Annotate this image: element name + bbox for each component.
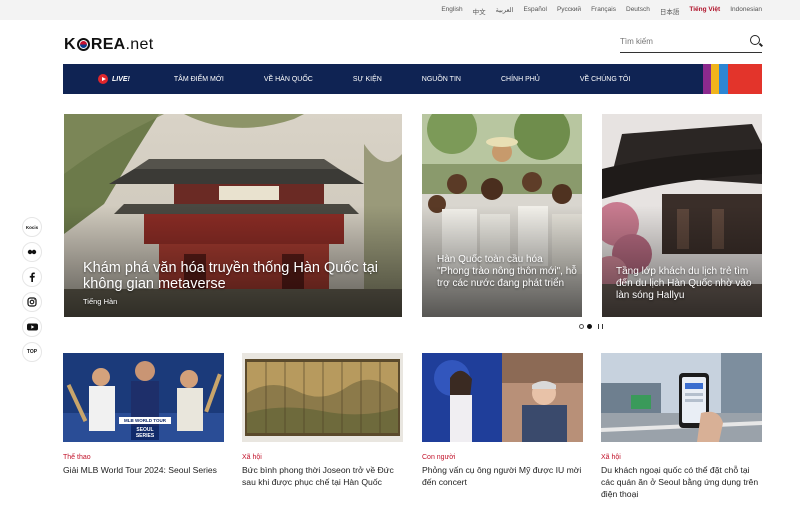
live-label: LIVE! — [112, 75, 130, 83]
card-category[interactable]: Con người — [422, 454, 583, 461]
main-nav: LIVE! TÂM ĐIỂM MỚI VỀ HÀN QUỐC SỰ KIỆN N… — [63, 64, 762, 94]
taegeuk-logo-icon — [76, 38, 90, 51]
stripe-purple — [703, 64, 711, 94]
site-logo[interactable]: K REA.net — [64, 36, 153, 54]
live-button[interactable]: LIVE! — [98, 74, 130, 84]
hero-title[interactable]: Hàn Quốc toàn cầu hóa "Phong trào nông t… — [437, 254, 577, 290]
back-to-top-button[interactable]: TOP — [22, 342, 42, 362]
hero-title[interactable]: Khám phá văn hóa truyền thống Hàn Quốc t… — [83, 260, 383, 292]
lang-english[interactable]: English — [441, 6, 462, 16]
slider-dot-1[interactable] — [579, 324, 584, 329]
interview-image — [422, 353, 583, 442]
slider-dot-2[interactable] — [587, 324, 592, 329]
card-thumbnail — [601, 353, 762, 442]
card-thumbnail — [422, 353, 583, 442]
card-thumbnail: MLB WORLD TOUR SEOUL SERIES — [63, 353, 224, 442]
lang-japanese[interactable]: 日本語 — [660, 6, 680, 16]
card-category[interactable]: Thể thao — [63, 454, 224, 461]
hero-slide-metaverse[interactable]: Khám phá văn hóa truyền thống Hàn Quốc t… — [64, 114, 402, 317]
kocis-label: Kocis — [25, 224, 39, 230]
nav-item-about-us[interactable]: VỀ CHÚNG TÔI — [580, 64, 630, 94]
slider-controls — [579, 324, 603, 329]
facebook-icon[interactable] — [22, 267, 42, 287]
search-input[interactable] — [620, 31, 740, 52]
nav-item-news[interactable]: NGUỒN TIN — [422, 64, 461, 94]
card-title[interactable]: Du khách ngoại quốc có thể đặt chỗ tại c… — [601, 464, 762, 500]
stripe-yellow — [711, 64, 719, 94]
lang-indonesian[interactable]: Indonesian — [730, 6, 762, 16]
folding-screen-image — [242, 353, 403, 442]
hero-subtitle: Tiếng Hàn — [83, 297, 118, 306]
seoul-series-badge: SEOUL SERIES — [131, 426, 159, 440]
search-box — [620, 31, 762, 53]
nav-color-stripes — [703, 64, 762, 94]
stripe-blue — [719, 64, 728, 94]
news-card-restaurant-app[interactable]: Xã hội Du khách ngoại quốc có thể đặt ch… — [601, 353, 762, 500]
lang-chinese[interactable]: 中文 — [473, 6, 486, 16]
news-card-mlb[interactable]: MLB WORLD TOUR SEOUL SERIES Thể thao Giả… — [63, 353, 224, 476]
lang-german[interactable]: Deutsch — [626, 6, 650, 16]
youtube-icon[interactable] — [22, 317, 42, 337]
search-icon[interactable] — [750, 35, 760, 45]
mlb-world-tour-badge: MLB WORLD TOUR — [119, 417, 171, 424]
nav-item-government[interactable]: CHÍNH PHỦ — [501, 64, 540, 94]
top-label: TOP — [26, 349, 38, 355]
hero-title[interactable]: Tầng lớp khách du lịch trẻ tìm đến du lị… — [616, 266, 756, 302]
lang-spanish[interactable]: Español — [523, 6, 547, 16]
pause-icon[interactable] — [598, 324, 603, 329]
card-title[interactable]: Phỏng vấn cụ ông người Mỹ được IU mời đế… — [422, 464, 583, 488]
hero-slide-hallyu-tourism[interactable]: Tầng lớp khách du lịch trẻ tìm đến du lị… — [602, 114, 762, 317]
language-list: English 中文 العربية Español Русский Franç… — [441, 6, 762, 16]
instagram-icon[interactable] — [22, 292, 42, 312]
language-bar: English 中文 العربية Español Русский Franç… — [0, 0, 800, 20]
stripe-red — [728, 64, 762, 94]
badge-line-1: MLB WORLD TOUR — [124, 418, 166, 423]
logo-letter-k: K — [64, 36, 76, 53]
card-title[interactable]: Bức bình phong thời Joseon trở về Đức sa… — [242, 464, 403, 488]
nav-item-events[interactable]: SỰ KIỆN — [353, 64, 382, 94]
social-sidebar: Kocis TOP — [22, 217, 42, 362]
phone-street-image — [601, 353, 762, 442]
play-icon — [98, 74, 108, 84]
logo-letters: REA — [90, 36, 126, 53]
lang-arabic[interactable]: العربية — [496, 6, 514, 16]
card-category[interactable]: Xã hội — [601, 454, 762, 461]
flickr-icon[interactable] — [22, 242, 42, 262]
card-thumbnail — [242, 353, 403, 442]
news-card-iu-concert[interactable]: Con người Phỏng vấn cụ ông người Mỹ được… — [422, 353, 583, 488]
logo-net: .net — [125, 36, 154, 53]
card-title[interactable]: Giải MLB World Tour 2024: Seoul Series — [63, 464, 224, 476]
nav-item-about-korea[interactable]: VỀ HÀN QUỐC — [264, 64, 313, 94]
lang-french[interactable]: Français — [591, 6, 616, 16]
nav-item-latest[interactable]: TÂM ĐIỂM MỚI — [174, 64, 224, 94]
card-category[interactable]: Xã hội — [242, 454, 403, 461]
kocis-link[interactable]: Kocis — [22, 217, 42, 237]
lang-vietnamese[interactable]: Tiếng Việt — [689, 6, 720, 16]
badge-line-3: SERIES — [135, 433, 155, 439]
news-card-joseon-screen[interactable]: Xã hội Bức bình phong thời Joseon trở về… — [242, 353, 403, 488]
hero-slide-village-movement[interactable]: Hàn Quốc toàn cầu hóa "Phong trào nông t… — [422, 114, 582, 317]
lang-russian[interactable]: Русский — [557, 6, 581, 16]
